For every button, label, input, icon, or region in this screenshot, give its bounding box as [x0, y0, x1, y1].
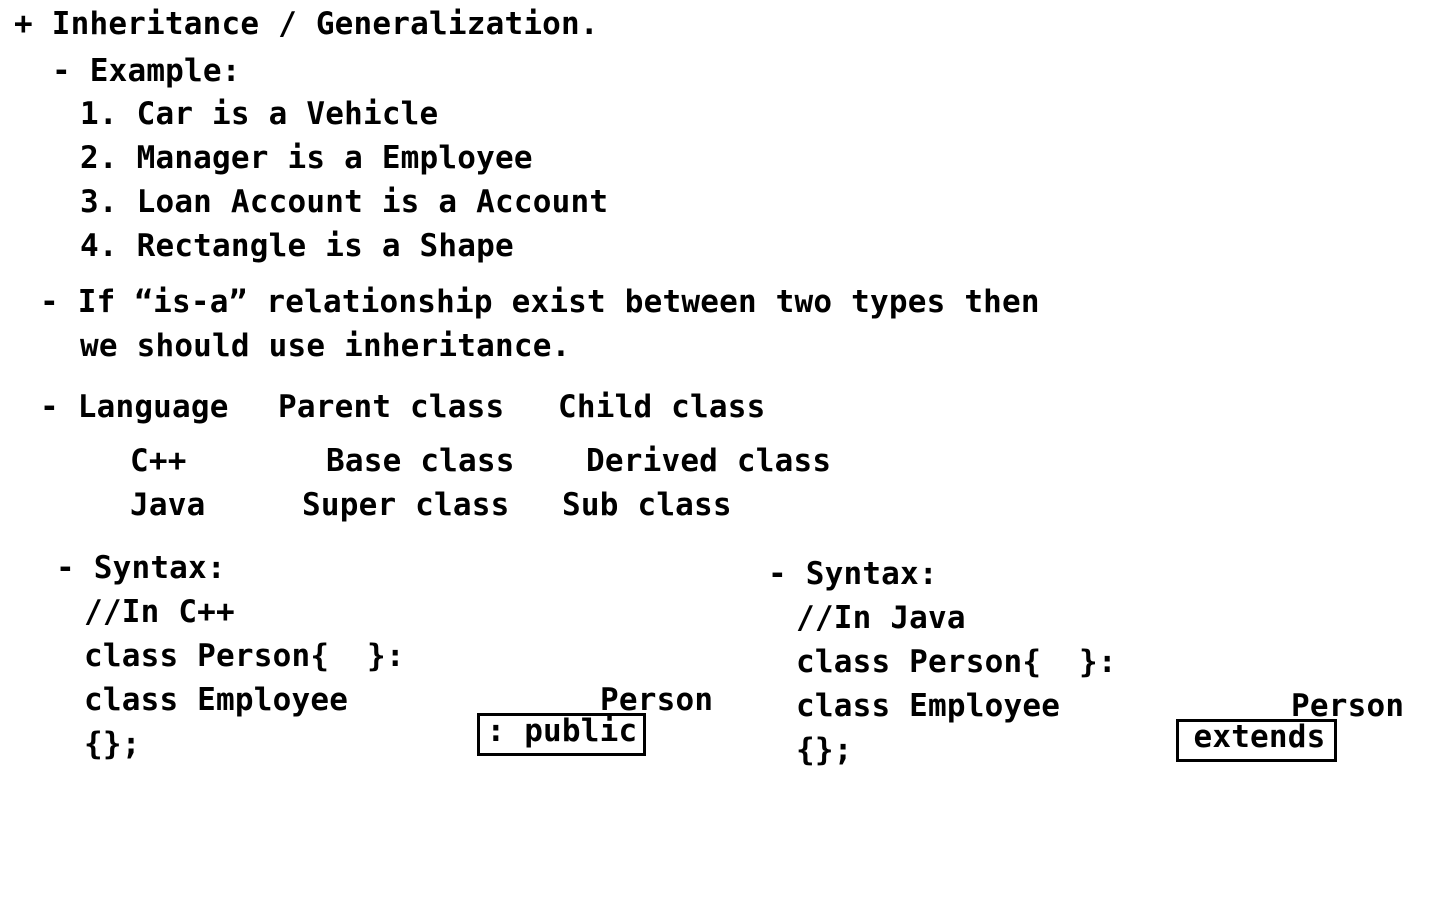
example-item: 4. Rectangle is a Shape: [80, 228, 514, 264]
java-syntax-line: class Employee: [796, 688, 1061, 724]
terminology-header-language: - Language: [40, 389, 229, 425]
java-syntax-line: class Person{ }:: [796, 644, 1117, 680]
example-label: - Example:: [52, 53, 241, 89]
java-syntax-base-name: Person: [1291, 688, 1405, 724]
terminology-cell-child: Derived class: [586, 443, 832, 479]
terminology-cell-parent: Base class: [326, 443, 515, 479]
terminology-cell-language: Java: [130, 487, 206, 523]
example-item: 2. Manager is a Employee: [80, 140, 533, 176]
terminology-cell-child: Sub class: [562, 487, 732, 523]
java-syntax-line: {};: [796, 732, 853, 768]
cpp-syntax-comment: //In C++: [84, 594, 235, 630]
java-inheritance-keyword: extends: [1176, 719, 1337, 762]
cpp-syntax-line: {};: [84, 726, 141, 762]
cpp-inheritance-keyword: : public: [477, 713, 647, 756]
cpp-syntax-line: class Person{ }:: [84, 638, 405, 674]
example-item: 1. Car is a Vehicle: [80, 96, 439, 132]
cpp-syntax-label: - Syntax:: [56, 550, 226, 586]
java-syntax-label: - Syntax:: [768, 556, 938, 592]
example-item: 3. Loan Account is a Account: [80, 184, 609, 220]
terminology-header-child: Child class: [558, 389, 766, 425]
terminology-header-parent: Parent class: [278, 389, 505, 425]
cpp-syntax-line: class Employee: [84, 682, 349, 718]
rule-line: - If “is-a” relationship exist between t…: [40, 284, 1040, 320]
terminology-cell-language: C++: [130, 443, 187, 479]
terminology-cell-parent: Super class: [302, 487, 510, 523]
cpp-syntax-base-name: Person: [600, 682, 714, 718]
slide-heading: + Inheritance / Generalization.: [14, 6, 599, 42]
java-syntax-comment: //In Java: [796, 600, 966, 636]
rule-line: we should use inheritance.: [80, 328, 571, 364]
